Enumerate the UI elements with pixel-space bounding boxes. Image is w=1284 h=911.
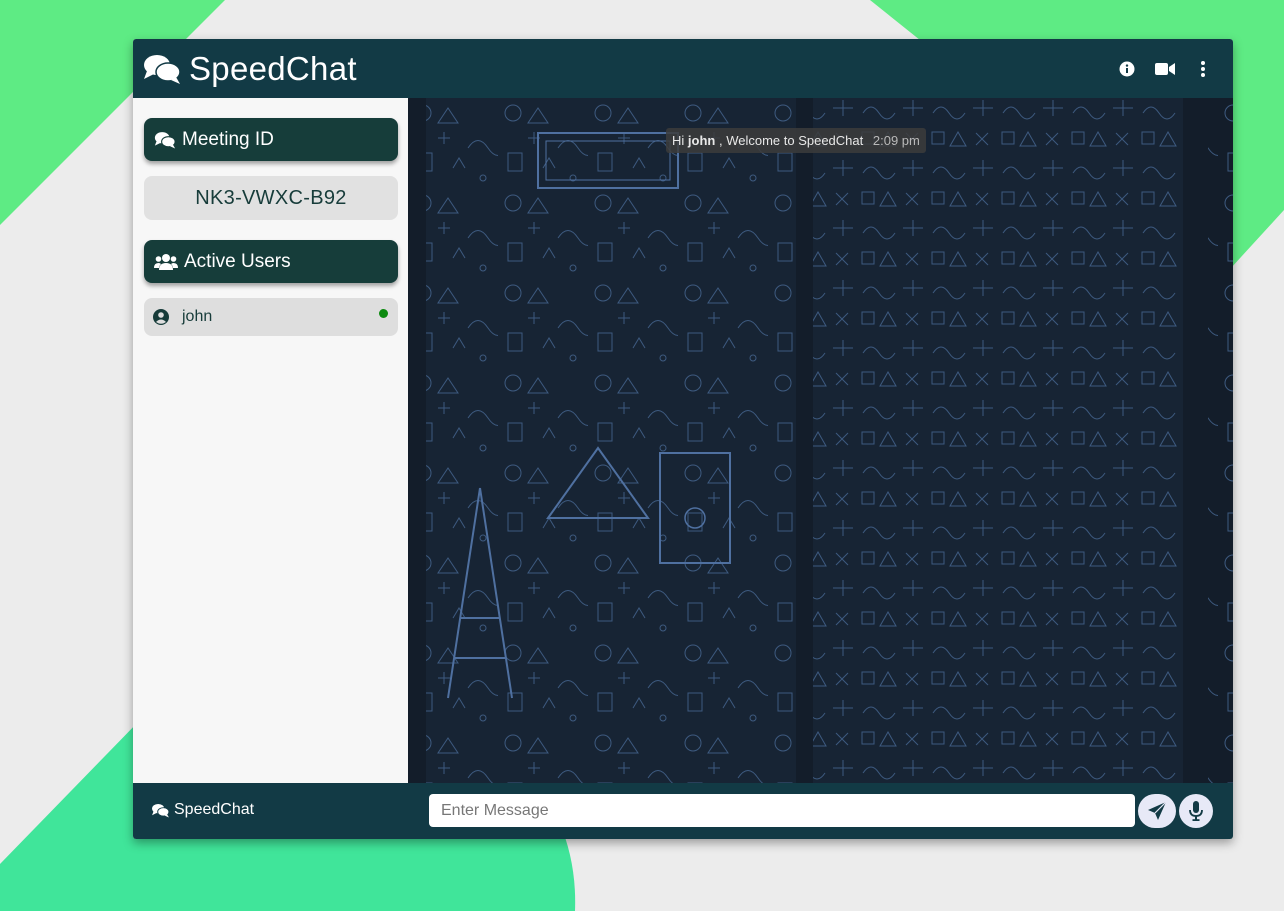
chat-messages-area: Hi john , Welcome to SpeedChat 2:09 pm bbox=[408, 98, 1233, 783]
app-window: SpeedChat Meeting ID NK3-VWXC-B92 Active… bbox=[133, 39, 1233, 839]
footer-brand: SpeedChat bbox=[151, 801, 254, 819]
send-button[interactable] bbox=[1138, 794, 1176, 828]
microphone-button[interactable] bbox=[1179, 794, 1213, 828]
app-footer: SpeedChat bbox=[133, 783, 1233, 839]
message-greeting: Hi bbox=[672, 133, 685, 148]
sidebar: Meeting ID NK3-VWXC-B92 Active Users joh… bbox=[133, 98, 408, 783]
info-icon bbox=[1119, 61, 1135, 77]
chat-bubbles-icon bbox=[144, 55, 181, 84]
user-name: john bbox=[182, 308, 213, 325]
active-users-label: Active Users bbox=[184, 250, 291, 272]
message-input[interactable] bbox=[429, 794, 1135, 827]
users-icon bbox=[154, 253, 178, 270]
more-options-button[interactable] bbox=[1191, 57, 1215, 81]
video-call-button[interactable] bbox=[1153, 57, 1177, 81]
message-text: , Welcome to SpeedChat bbox=[718, 133, 864, 148]
app-title: SpeedChat bbox=[189, 50, 357, 87]
app-header: SpeedChat bbox=[133, 39, 1233, 98]
more-vertical-icon bbox=[1201, 61, 1205, 77]
user-list-item[interactable]: john bbox=[144, 298, 398, 336]
chat-bubbles-icon bbox=[154, 131, 176, 148]
online-status-dot bbox=[379, 309, 388, 318]
user-circle-icon bbox=[153, 309, 169, 325]
info-button[interactable] bbox=[1115, 57, 1139, 81]
active-users-button[interactable]: Active Users bbox=[144, 240, 398, 283]
chat-doodle-background bbox=[408, 98, 1233, 783]
brand: SpeedChat bbox=[143, 49, 357, 89]
system-welcome-message: Hi john , Welcome to SpeedChat 2:09 pm bbox=[666, 128, 926, 153]
header-actions bbox=[1101, 57, 1215, 81]
video-camera-icon bbox=[1155, 63, 1175, 75]
chat-bubbles-icon bbox=[152, 803, 170, 818]
message-timestamp: 2:09 pm bbox=[872, 133, 920, 148]
footer-brand-label: SpeedChat bbox=[174, 801, 255, 818]
meeting-id-label: Meeting ID bbox=[182, 128, 274, 150]
paper-plane-icon bbox=[1148, 801, 1167, 820]
meeting-id-button[interactable]: Meeting ID bbox=[144, 118, 398, 161]
microphone-icon bbox=[1189, 801, 1203, 821]
message-username: john bbox=[687, 133, 716, 148]
meeting-id-value: NK3-VWXC-B92 bbox=[144, 176, 398, 220]
